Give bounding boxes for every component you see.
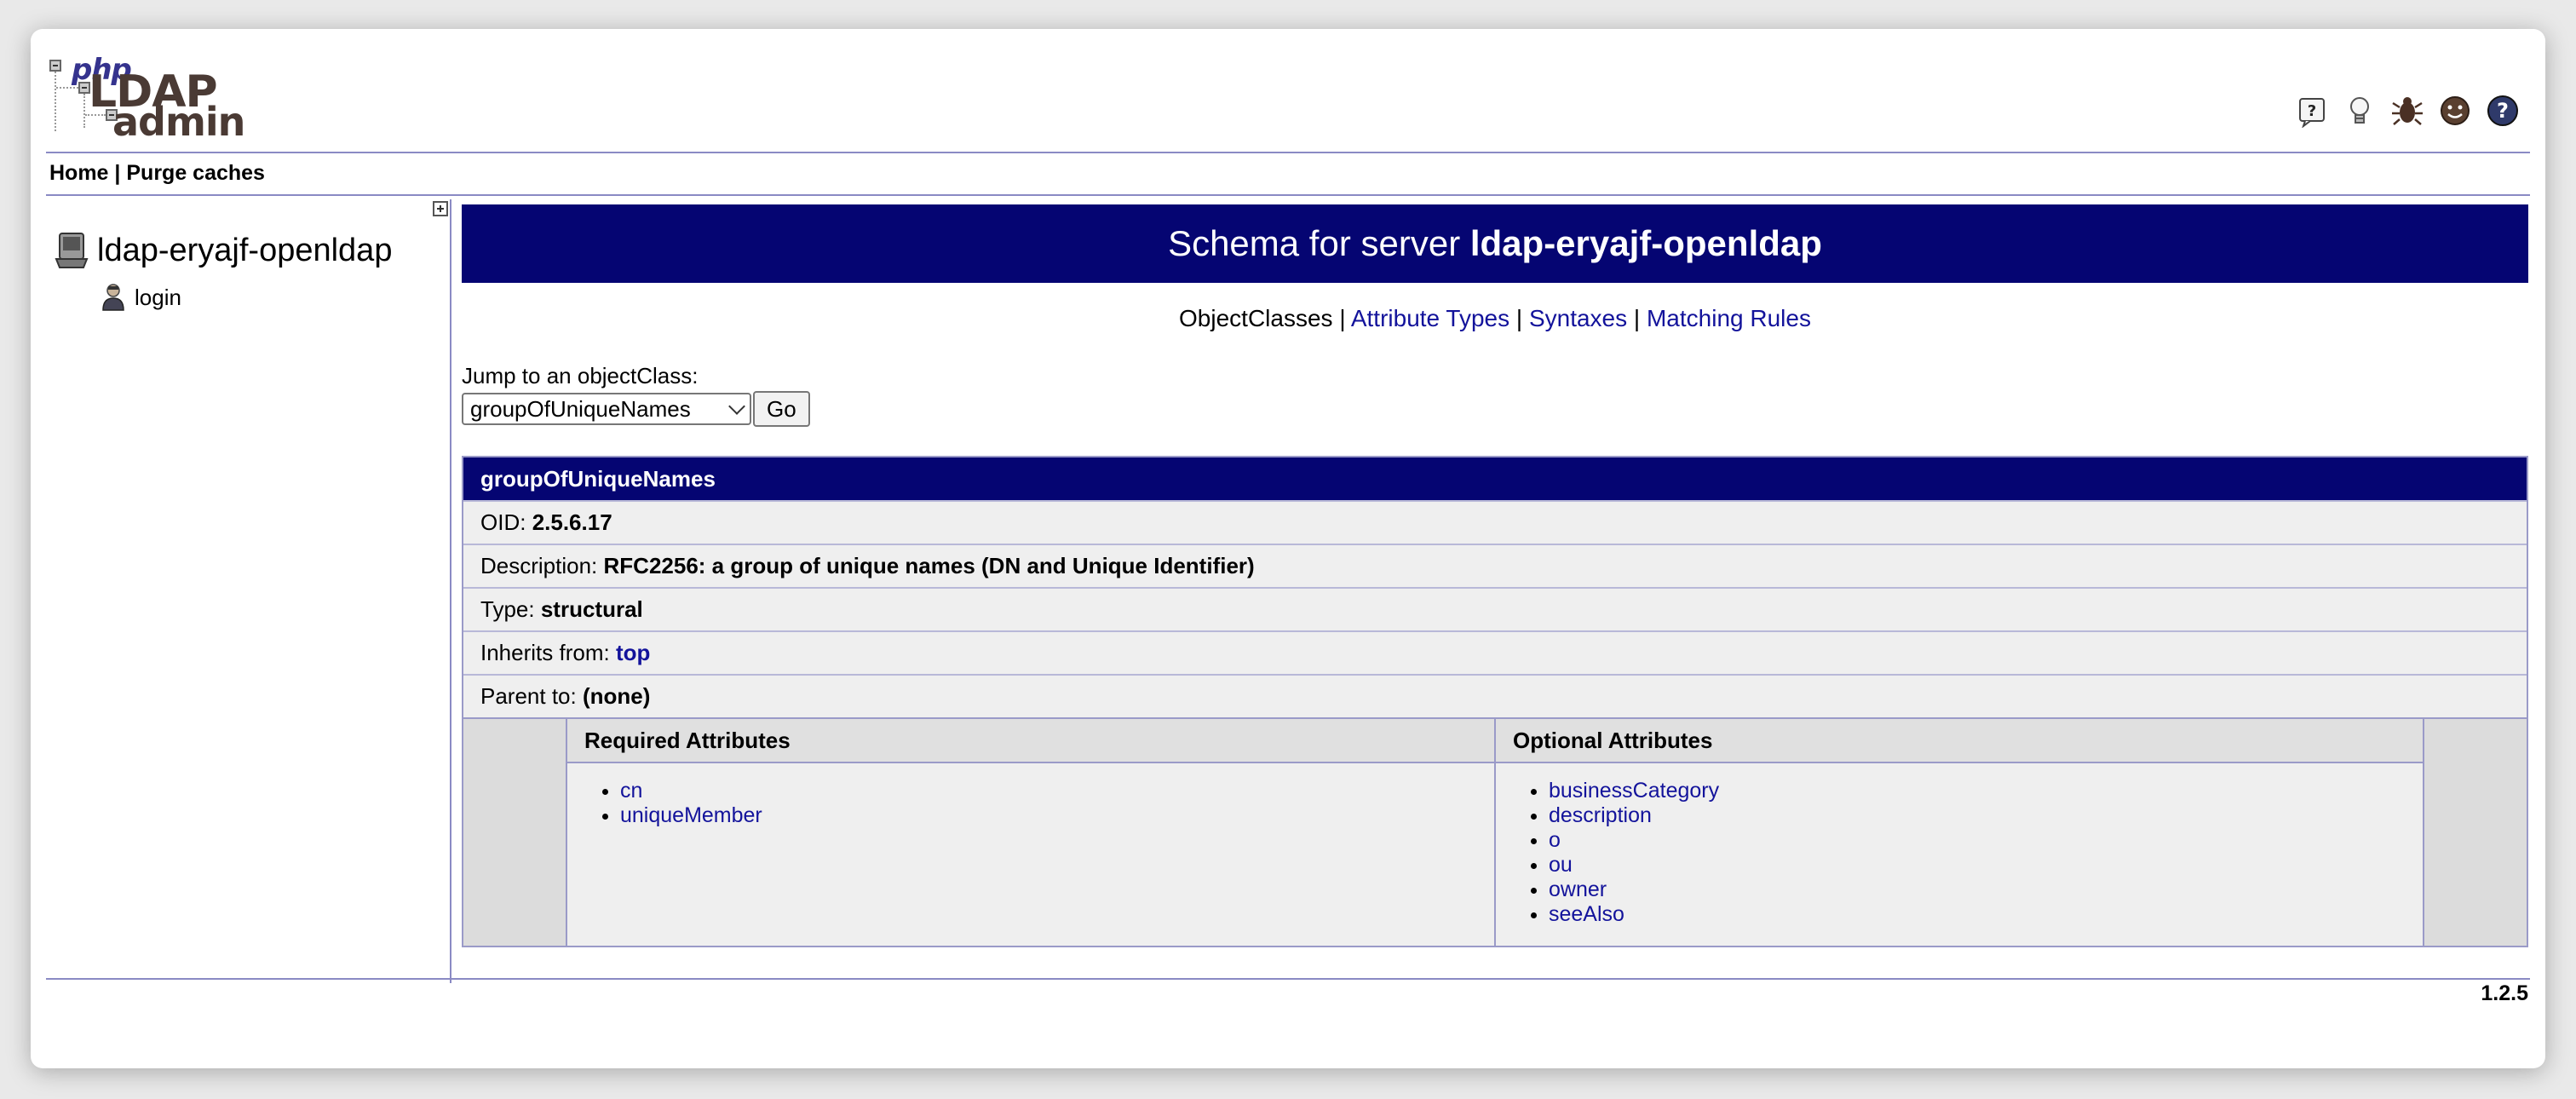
banner-prefix: Schema for server [1168, 223, 1461, 263]
optional-attribute-link[interactable]: businessCategory [1549, 779, 1719, 803]
server-icon [55, 233, 89, 268]
optional-attribute-link[interactable]: seeAlso [1549, 902, 1624, 926]
objectclass-select[interactable]: groupOfUniqueNames [462, 393, 751, 425]
tab-separator: | [1515, 305, 1523, 331]
svg-text:?: ? [2497, 99, 2509, 123]
tab-objectclasses: ObjectClasses [1179, 305, 1333, 331]
optional-attribute-link[interactable]: ou [1549, 853, 1573, 877]
required-attributes-column: Required Attributes cn uniqueMember [566, 719, 1494, 946]
help-circle-icon[interactable]: ? [2486, 94, 2520, 128]
schema-tabs: ObjectClasses | Attribute Types | Syntax… [462, 305, 2528, 332]
attrs-spacer-left [463, 719, 566, 946]
objectclass-select-value: groupOfUniqueNames [470, 395, 691, 422]
tab-separator: | [1339, 305, 1346, 331]
main-content: Schema for server ldap-eryajf-openldap O… [462, 204, 2528, 947]
list-item: ou [1549, 853, 2423, 877]
jump-label: Jump to an objectClass: [462, 363, 699, 388]
tab-separator: | [1633, 305, 1641, 331]
optional-attributes-list: businessCategory description o ou owner … [1496, 779, 2423, 927]
oid-value: 2.5.6.17 [532, 509, 612, 535]
inherits-link[interactable]: top [616, 640, 650, 665]
chevron-down-icon [728, 398, 745, 415]
bug-icon[interactable] [2390, 94, 2424, 128]
required-attributes-list: cn uniqueMember [567, 779, 1494, 828]
login-link[interactable]: login [135, 285, 181, 311]
schema-banner: Schema for server ldap-eryajf-openldap [462, 204, 2528, 283]
parent-value: (none) [582, 683, 651, 709]
jump-row: groupOfUniqueNames Go [462, 391, 2528, 427]
header-divider [46, 152, 2530, 153]
menu-separator: | [114, 161, 121, 185]
tab-matching-rules[interactable]: Matching Rules [1647, 305, 1811, 331]
optional-attributes-header: Optional Attributes [1496, 719, 2423, 763]
lightbulb-icon[interactable] [2343, 94, 2377, 128]
description-row: Description: RFC2256: a group of unique … [463, 544, 2527, 587]
type-value: structural [540, 596, 643, 622]
required-attribute-link[interactable]: cn [620, 779, 642, 803]
tree-server-item[interactable]: ldap-eryajf-openldap [53, 230, 392, 271]
inherits-label: Inherits from: [480, 640, 610, 665]
parent-row: Parent to: (none) [463, 674, 2527, 717]
objectclass-name: groupOfUniqueNames [463, 457, 2527, 500]
list-item: seeAlso [1549, 902, 2423, 927]
server-tree-panel: ldap-eryajf-openldap login [46, 199, 451, 983]
list-item: description [1549, 803, 2423, 828]
oid-row: OID: 2.5.6.17 [463, 500, 2527, 544]
purge-caches-link[interactable]: Purge caches [126, 161, 265, 185]
attributes-table: Required Attributes cn uniqueMember Opti… [462, 717, 2528, 947]
tab-attribute-types[interactable]: Attribute Types [1351, 305, 1509, 331]
optional-attributes-column: Optional Attributes businessCategory des… [1494, 719, 2423, 946]
type-row: Type: structural [463, 587, 2527, 630]
version-label: 1.2.5 [2481, 981, 2528, 1005]
tree-login-item[interactable]: login [101, 283, 181, 312]
list-item: cn [620, 779, 1494, 803]
menu-bar: Home | Purge caches [49, 161, 265, 186]
server-name[interactable]: ldap-eryajf-openldap [97, 233, 392, 269]
browser-window: php LDAP admin ? ? Home | Purge caches l… [31, 29, 2545, 1068]
inherits-row: Inherits from: top [463, 630, 2527, 674]
optional-attribute-link[interactable]: owner [1549, 877, 1607, 901]
description-label: Description: [480, 553, 598, 578]
user-icon [102, 284, 124, 311]
expand-all-icon[interactable] [433, 201, 448, 216]
go-button[interactable]: Go [753, 391, 810, 427]
banner-server: ldap-eryajf-openldap [1469, 223, 1822, 263]
svg-text:?: ? [2308, 102, 2316, 120]
smiley-icon[interactable] [2438, 94, 2472, 128]
help-question-icon[interactable]: ? [2295, 94, 2329, 128]
list-item: owner [1549, 877, 2423, 902]
description-value: RFC2256: a group of unique names (DN and… [603, 553, 1255, 578]
top-icons: ? ? [2295, 94, 2520, 128]
list-item: o [1549, 828, 2423, 853]
footer-divider [46, 978, 2530, 980]
phpldapadmin-logo[interactable]: php LDAP admin [46, 53, 245, 145]
optional-attribute-link[interactable]: description [1549, 803, 1652, 827]
optional-attribute-link[interactable]: o [1549, 828, 1561, 852]
type-label: Type: [480, 596, 535, 622]
attrs-spacer-right [2423, 719, 2527, 946]
logo-admin: admin [112, 99, 245, 145]
oid-label: OID: [480, 509, 526, 535]
required-attributes-header: Required Attributes [567, 719, 1494, 763]
required-attribute-link[interactable]: uniqueMember [620, 803, 762, 827]
home-link[interactable]: Home [49, 161, 108, 185]
tab-syntaxes[interactable]: Syntaxes [1529, 305, 1627, 331]
objectclass-details: groupOfUniqueNames OID: 2.5.6.17 Descrip… [462, 456, 2528, 717]
parent-label: Parent to: [480, 683, 577, 709]
list-item: businessCategory [1549, 779, 2423, 803]
menu-divider [46, 194, 2530, 196]
list-item: uniqueMember [620, 803, 1494, 828]
